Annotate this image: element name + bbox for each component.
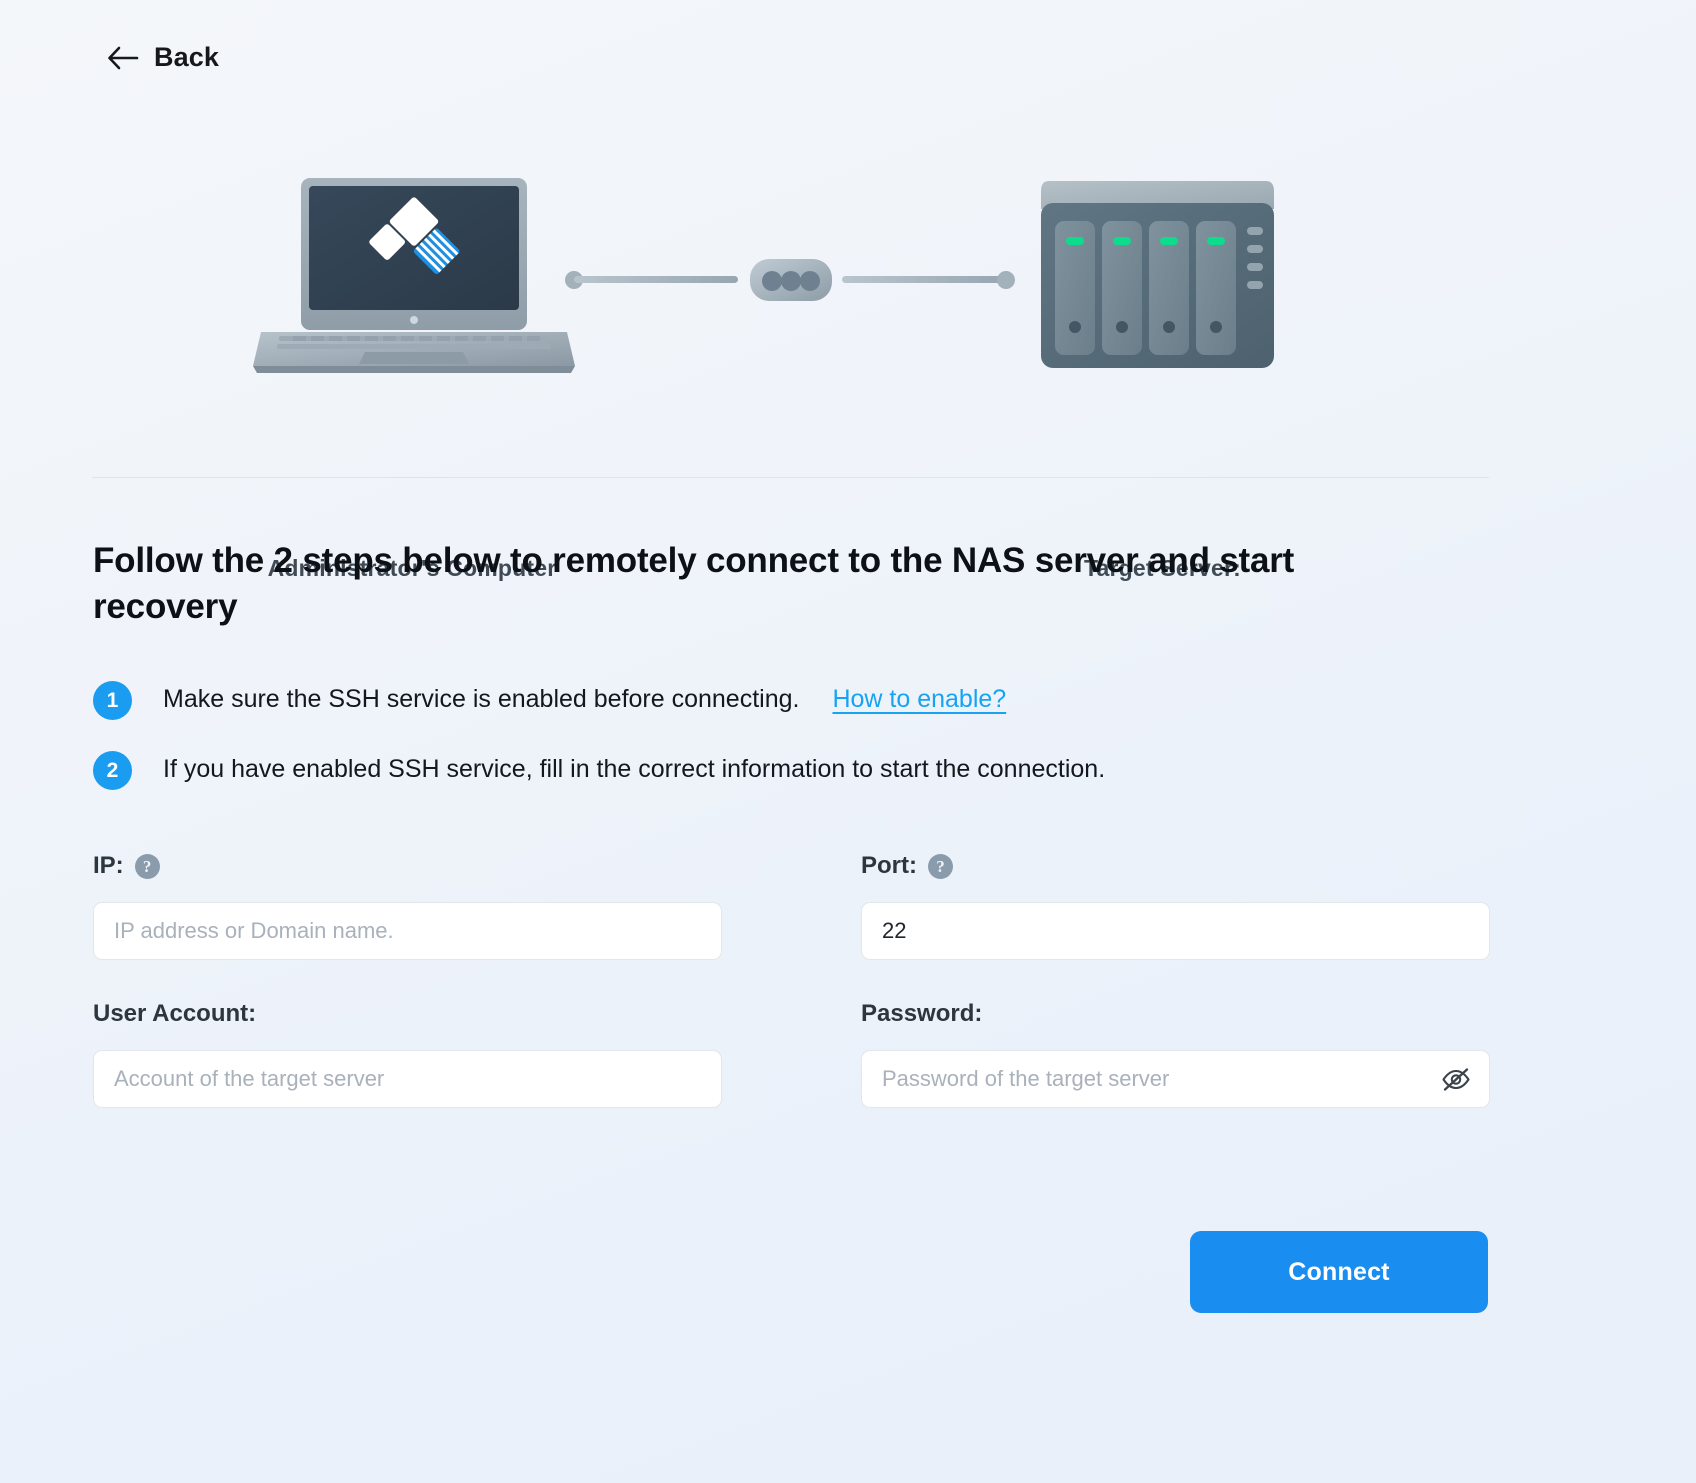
step-badge-2: 2 — [93, 751, 132, 790]
user-account-label: User Account: — [93, 1000, 257, 1027]
password-field-group: Password: — [861, 1000, 1490, 1108]
laptop-icon — [253, 178, 575, 373]
section-divider — [92, 477, 1489, 478]
user-account-input[interactable] — [93, 1050, 722, 1108]
ip-label: IP: — [93, 852, 124, 879]
connection-line — [565, 259, 1015, 301]
step-item-1: 1 Make sure the SSH service is enabled b… — [93, 680, 1423, 720]
port-field-group: Port: ? — [861, 852, 1490, 960]
nas-server-icon — [1041, 181, 1274, 368]
step-text-2: If you have enabled SSH service, fill in… — [163, 755, 1106, 783]
password-input[interactable] — [861, 1050, 1490, 1108]
ip-input[interactable] — [93, 902, 722, 960]
port-input[interactable] — [861, 902, 1490, 960]
password-label-row: Password: — [861, 1000, 1490, 1028]
step-item-2: 2 If you have enabled SSH service, fill … — [93, 750, 1423, 790]
arrow-left-icon — [108, 46, 139, 69]
eye-off-icon — [1442, 1068, 1470, 1091]
page-title: Follow the 2 steps below to remotely con… — [93, 541, 1295, 626]
ip-field-group: IP: ? — [93, 852, 722, 960]
back-button[interactable]: Back — [106, 42, 219, 73]
port-label-row: Port: ? — [861, 852, 1490, 880]
question-mark-icon[interactable]: ? — [134, 853, 160, 879]
connect-button[interactable]: Connect — [1190, 1231, 1488, 1313]
grid-gap-top — [722, 852, 861, 960]
grid-gap-bottom — [722, 1000, 861, 1108]
ip-label-row: IP: ? — [93, 852, 722, 880]
question-mark-icon[interactable]: ? — [928, 853, 953, 879]
connection-form: IP: ? Port: ? User Account: — [93, 852, 1490, 1108]
password-visibility-toggle[interactable] — [1440, 1063, 1472, 1095]
password-label: Password: — [861, 1000, 983, 1027]
step-text-1: Make sure the SSH service is enabled bef… — [163, 685, 800, 713]
user-account-label-row: User Account: — [93, 1000, 722, 1028]
how-to-enable-link[interactable]: How to enable? — [832, 680, 1006, 718]
user-account-field-group: User Account: — [93, 1000, 722, 1108]
steps-list: 1 Make sure the SSH service is enabled b… — [93, 680, 1423, 820]
step-badge-1: 1 — [93, 681, 132, 720]
back-label: Back — [154, 42, 219, 72]
port-label: Port: — [861, 852, 917, 879]
connection-illustration: Administrator's Computer Target Server: — [0, 150, 1696, 581]
remote-connect-page: Back Administrator's Computer Target Ser… — [0, 0, 1696, 1483]
